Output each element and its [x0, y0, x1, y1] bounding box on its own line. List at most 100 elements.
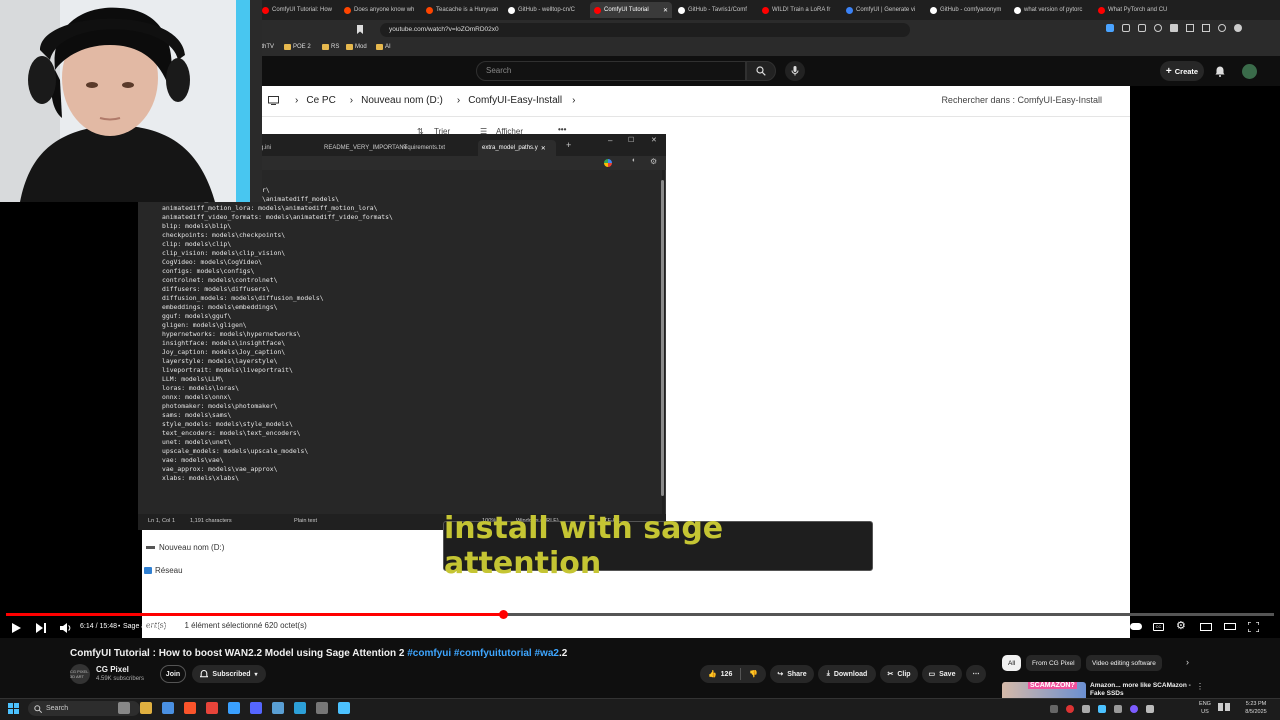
close-icon[interactable]: ✕ — [541, 145, 546, 152]
browser-tab[interactable]: ComfyUI | Generate vi — [842, 2, 924, 18]
browser-tab[interactable]: GitHub - welltop-cn/C — [504, 2, 586, 18]
channel-name[interactable]: CG Pixel — [96, 665, 129, 674]
notepad-scrollbar[interactable] — [661, 180, 664, 496]
terminal-icon[interactable] — [316, 702, 328, 714]
tray-icon[interactable] — [1050, 705, 1058, 713]
download-button[interactable]: ⤓ Download — [818, 665, 876, 683]
maximize-button[interactable]: ☐ — [628, 136, 634, 144]
autoplay-toggle[interactable] — [1130, 623, 1142, 630]
chip-video-editing[interactable]: Video editing software — [1086, 655, 1162, 671]
breadcrumb-item[interactable]: Nouveau nom (D:) — [361, 95, 443, 106]
store-icon[interactable] — [228, 702, 240, 714]
taskbar-clock[interactable]: 5:23 PM 8/5/2025 — [1236, 700, 1276, 716]
chapter-title[interactable]: Sage attention 2 — [123, 623, 174, 630]
chip-from-channel[interactable]: From CG Pixel — [1026, 655, 1081, 671]
network-volume-status[interactable] — [1218, 703, 1232, 713]
nav-item-drive[interactable]: Nouveau nom (D:) — [146, 543, 226, 552]
tray-icon[interactable] — [1066, 705, 1074, 713]
extension-icon[interactable] — [1122, 24, 1130, 32]
browser-tab[interactable]: WILD! Train a LoRA fr — [758, 2, 840, 18]
like-button[interactable]: 👍 126 👎 — [700, 665, 766, 683]
notifications-icon[interactable] — [1215, 66, 1225, 77]
windows-start-icon[interactable] — [8, 703, 19, 714]
browser-tab[interactable]: Teacache is a Hunyuan — [422, 2, 504, 18]
more-icon[interactable]: ••• — [558, 125, 566, 134]
chevron-right-icon[interactable]: › — [1186, 657, 1189, 667]
search-button[interactable] — [746, 61, 776, 81]
more-actions-button[interactable]: ⋯ — [966, 665, 986, 683]
gear-icon[interactable]: ⚙ — [650, 157, 657, 166]
browser-tab[interactable]: GitHub - Tavris1/Comf — [674, 2, 756, 18]
tray-icon[interactable] — [1098, 705, 1106, 713]
brave-icon[interactable] — [206, 702, 218, 714]
next-icon[interactable] — [36, 623, 46, 633]
channel-avatar[interactable]: CG PIXEL 3D ART — [70, 664, 90, 684]
notepad-text-area[interactable]: is_default: trueadetailer: models\adetai… — [138, 170, 662, 514]
extension-icon[interactable] — [1106, 24, 1114, 32]
tray-icon[interactable] — [1114, 705, 1122, 713]
language-indicator[interactable]: ENG US — [1194, 700, 1216, 716]
hashtag-links[interactable]: #comfyui #comfyuitutorial #wa2 — [407, 648, 559, 659]
volume-icon[interactable] — [60, 623, 71, 633]
extension-icon[interactable] — [1138, 24, 1146, 32]
notepad-tab[interactable]: requirements.txt — [398, 140, 449, 156]
app-icon[interactable] — [272, 702, 284, 714]
share-button[interactable]: ↪ Share — [770, 665, 814, 683]
thumbs-down-icon[interactable]: 👎 — [749, 670, 758, 678]
profile-icon[interactable] — [1234, 24, 1242, 32]
account-icon[interactable]: ◐ — [632, 157, 636, 164]
theater-mode-icon[interactable] — [1224, 623, 1236, 630]
create-button[interactable]: + Create — [1160, 61, 1204, 81]
file-explorer-icon[interactable] — [140, 702, 152, 714]
chip-all[interactable]: All — [1002, 655, 1022, 671]
sidebar-icon[interactable] — [1186, 24, 1194, 32]
more-options-icon[interactable]: ⋮ — [1196, 682, 1204, 691]
download-icon[interactable] — [1170, 24, 1178, 32]
miniplayer-icon[interactable] — [1200, 623, 1212, 631]
search-input[interactable]: Search — [476, 61, 746, 81]
tray-icon[interactable] — [1082, 705, 1090, 713]
browser-tab[interactable]: ComfyUI Tutorial: How — [258, 2, 340, 18]
close-icon[interactable]: ✕ — [663, 7, 668, 14]
play-icon[interactable] — [12, 623, 21, 633]
close-button[interactable]: ✕ — [651, 136, 657, 144]
collections-icon[interactable] — [1202, 24, 1210, 32]
browser-tab[interactable]: What PyTorch and CU — [1094, 2, 1176, 18]
explorer-search-input[interactable]: Rechercher dans : ComfyUI-Easy-Install — [941, 95, 1102, 105]
minimize-button[interactable]: – — [608, 136, 612, 145]
bookmark-item[interactable]: Mod — [346, 44, 367, 50]
clip-button[interactable]: ✂ Clip — [880, 665, 918, 683]
copilot-icon[interactable] — [604, 159, 612, 167]
widgets-icon[interactable] — [118, 702, 130, 714]
notepad-tab[interactable]: extra_model_paths.y ✕ — [478, 140, 556, 156]
brave-icon[interactable] — [184, 702, 196, 714]
subscribed-button[interactable]: Subscribed ▾ — [192, 665, 266, 683]
browser-tab[interactable]: what version of pytorc — [1010, 2, 1092, 18]
bookmark-item[interactable]: RS — [322, 44, 339, 50]
fullscreen-icon[interactable] — [1248, 622, 1259, 632]
tray-icon[interactable] — [1146, 705, 1154, 713]
bookmark-item[interactable]: AI — [376, 44, 391, 50]
voice-search-button[interactable] — [785, 61, 805, 81]
breadcrumb-item[interactable]: Ce PC — [306, 95, 335, 106]
settings-icon[interactable]: ⚙ — [1176, 619, 1186, 632]
breadcrumb-item[interactable]: ComfyUI-Easy-Install — [468, 95, 562, 106]
tray-icon[interactable] — [1130, 705, 1138, 713]
nav-item-network[interactable]: Réseau — [144, 566, 224, 575]
join-button[interactable]: Join — [160, 665, 186, 683]
browser-tab[interactable]: GitHub - comfyanonym — [926, 2, 1008, 18]
bookmark-item[interactable]: POE 2 — [284, 44, 311, 50]
recommended-title[interactable]: Amazon... more like SCAMazon - Fake SSDs — [1090, 682, 1200, 698]
app-icon[interactable] — [250, 702, 262, 714]
settings-icon[interactable] — [1218, 24, 1226, 32]
account-avatar[interactable] — [1242, 64, 1257, 79]
new-tab-button[interactable]: + — [566, 140, 571, 150]
subtitles-icon[interactable]: CC — [1153, 623, 1164, 631]
notepad-icon[interactable] — [338, 702, 350, 714]
url-bar[interactable]: youtube.com/watch?v=loZOmRD02x0 — [380, 23, 910, 37]
app-icon[interactable] — [294, 702, 306, 714]
save-button[interactable]: ▭ Save — [922, 665, 962, 683]
extension-icon[interactable] — [1154, 24, 1162, 32]
chrome-icon[interactable] — [162, 702, 174, 714]
browser-tab[interactable]: Does anyone know wh — [340, 2, 422, 18]
